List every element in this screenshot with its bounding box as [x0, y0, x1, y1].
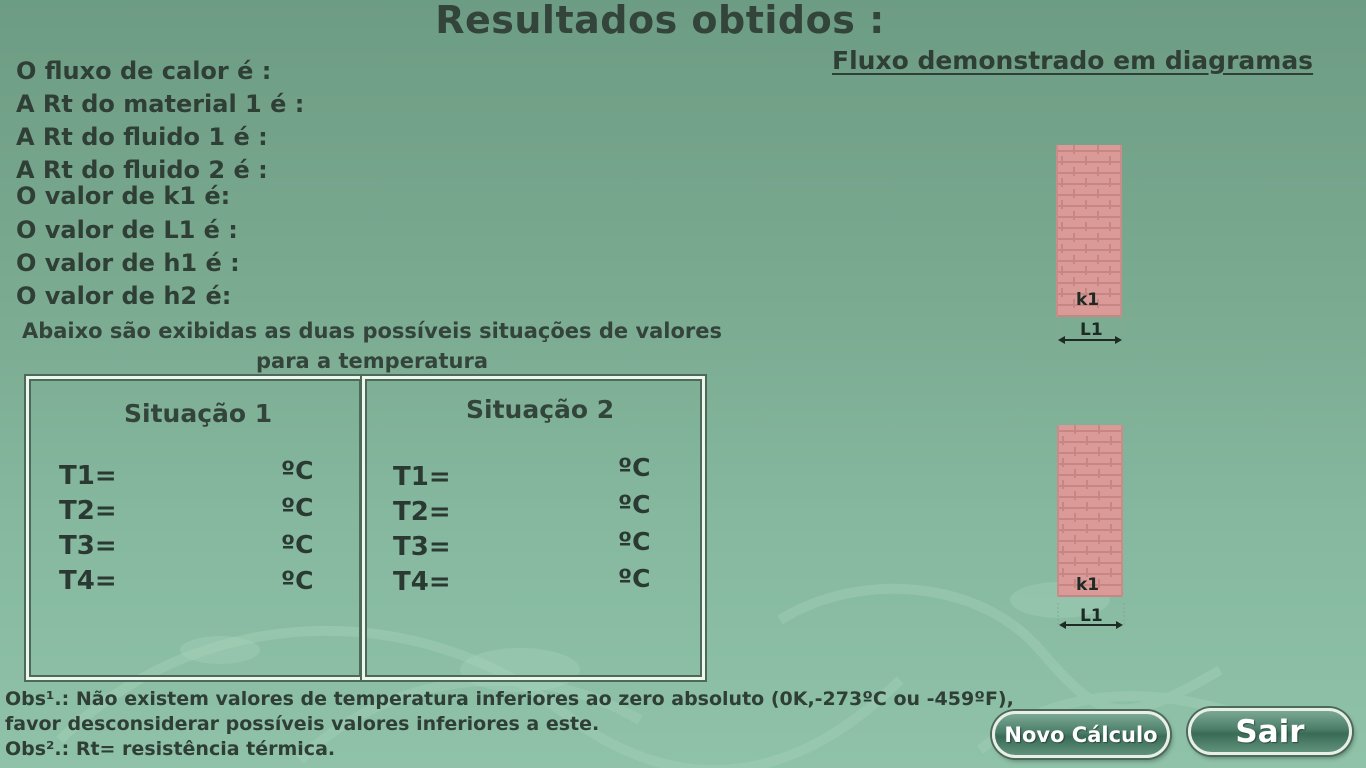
diagram-2-l-label: L1 — [1080, 606, 1103, 626]
situation-2-panel: Situação 2 T1= ºC T2= ºC T3= ºC T4= ºC — [362, 376, 705, 680]
situation-1-t2-unit: ºC — [281, 493, 314, 522]
temperature-note-line-2: para a temperatura — [255, 349, 488, 373]
new-calculation-button[interactable]: Novo Cálculo — [992, 711, 1170, 758]
situation-1-t1-label: T1= — [59, 461, 117, 491]
situation-1-t4-unit: ºC — [281, 566, 314, 595]
obs1-line-1: Obs¹.: Não existem valores de temperatur… — [5, 688, 1014, 710]
situation-1-t1-unit: ºC — [281, 456, 314, 485]
result-h2: O valor de h2 é: — [16, 282, 232, 310]
situation-2-t3-unit: ºC — [618, 527, 651, 556]
result-heat-flux: O fluxo de calor é : — [16, 57, 272, 85]
situation-1-t2-label: T2= — [59, 496, 117, 526]
diagram-heading: Fluxo demonstrado em diagramas — [832, 46, 1314, 75]
result-l1: O valor de L1 é : — [16, 216, 238, 244]
situation-2-t2-label: T2= — [393, 497, 451, 527]
situation-1-panel: Situação 1 T1= ºC T2= ºC T3= ºC T4= ºC — [26, 376, 364, 680]
situation-2-t1-label: T1= — [393, 462, 451, 492]
brick-joints-2 — [1062, 425, 1112, 588]
result-rt-fluid-2: A Rt do fluido 2 é : — [16, 156, 268, 184]
situation-1-title: Situação 1 — [124, 399, 273, 428]
diagram-1-k-label: k1 — [1076, 290, 1100, 310]
diagram-1-l-label: L1 — [1080, 320, 1103, 340]
situation-2-t4-unit: ºC — [618, 564, 651, 593]
exit-button[interactable]: Sair — [1188, 708, 1352, 755]
obs1-line-2: favor desconsiderar possíveis valores in… — [5, 713, 600, 735]
situation-1-t3-label: T3= — [59, 531, 117, 561]
situation-2-title: Situação 2 — [466, 395, 615, 424]
situation-1-t3-unit: ºC — [281, 530, 314, 559]
result-k1: O valor de k1 é: — [16, 182, 231, 210]
result-h1: O valor de h1 é : — [16, 249, 240, 277]
diagram-2-k-label: k1 — [1076, 575, 1100, 595]
situation-2-t3-label: T3= — [393, 532, 451, 562]
situation-2-t4-label: T4= — [393, 567, 451, 597]
situation-2-t1-unit: ºC — [618, 453, 651, 482]
situation-1-t4-label: T4= — [59, 566, 117, 596]
obs2-note: Obs².: Rt= resistência térmica. — [5, 738, 336, 760]
result-rt-fluid-1: A Rt do fluido 1 é : — [16, 123, 268, 151]
result-rt-material-1: A Rt do material 1 é : — [16, 90, 305, 118]
page-title: Resultados obtidos : — [435, 0, 885, 42]
brick-wall-diagram-2 — [1057, 425, 1123, 597]
situation-2-t2-unit: ºC — [618, 490, 651, 519]
temperature-note-line-1: Abaixo são exibidas as duas possíveis si… — [21, 319, 723, 343]
